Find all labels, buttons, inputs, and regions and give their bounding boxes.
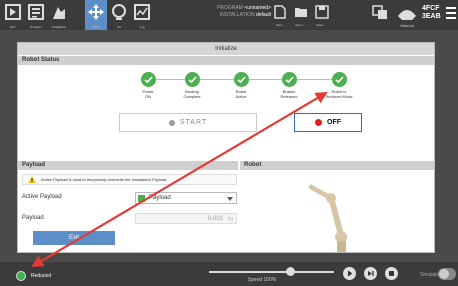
stop-button[interactable]	[385, 267, 398, 280]
serial-line-2: 3EAB	[422, 13, 441, 20]
step-sublabel: Active	[235, 94, 247, 99]
nav-move-label: Move	[92, 25, 100, 29]
save-icon	[315, 5, 329, 19]
open-program-button[interactable]: Open...	[290, 2, 310, 28]
robot-status-heading: Robot Status	[18, 56, 434, 65]
nav-run-button[interactable]: Run	[2, 0, 24, 30]
off-button[interactable]: OFF	[294, 113, 362, 132]
menu-icon[interactable]	[446, 7, 456, 19]
new-label: New...	[275, 23, 285, 27]
step-button[interactable]	[364, 267, 377, 280]
io-icon	[112, 4, 126, 20]
speed-slider-handle[interactable]	[286, 267, 295, 276]
robot-status-text: Reduced	[31, 273, 52, 279]
initialize-dialog: Initialize Robot Status Power ON Booting C…	[17, 42, 435, 253]
warning-text: Active Payload is used to temporarily ov…	[41, 177, 168, 182]
save-program-button[interactable]: Save...	[311, 2, 331, 28]
save-label: Save...	[316, 23, 326, 27]
step-sublabel: Released	[280, 94, 298, 99]
robot-serial: 4FCF 3EAB	[422, 5, 441, 21]
nav-installation-button[interactable]: Installation	[48, 0, 70, 30]
serial-line-1: 4FCF	[422, 5, 440, 12]
open-label: Open...	[295, 23, 305, 27]
new-program-button[interactable]: New...	[270, 2, 290, 28]
play-button[interactable]	[343, 267, 356, 280]
remote-control-icon[interactable]	[372, 2, 388, 26]
speed-label: Speed 100%	[247, 277, 277, 283]
installation-icon	[53, 7, 65, 19]
installation-name: default	[255, 12, 271, 18]
manual-mode-icon[interactable]: Manual	[396, 2, 418, 28]
payload-heading: Payload	[18, 161, 238, 170]
nav-io-label: I/O	[116, 25, 121, 29]
nav-log-label: Log	[139, 25, 145, 29]
step-icon	[368, 271, 374, 276]
step-sublabel: ON	[145, 94, 151, 99]
stop-icon	[389, 271, 394, 276]
toggle-knob	[439, 269, 449, 279]
robot-status-indicator-icon[interactable]	[16, 271, 26, 281]
nav-log-button[interactable]: Log	[131, 0, 153, 30]
payload-warning: Active Payload is used to temporarily ov…	[22, 174, 237, 185]
payload-mass-unit: kg	[227, 216, 233, 222]
check-icon	[331, 72, 347, 87]
start-label: START	[179, 119, 208, 126]
status-robot-active: Robot Active	[220, 72, 262, 99]
check-icon	[140, 72, 156, 87]
installation-label: INSTALLATION	[219, 12, 255, 18]
run-icon	[5, 4, 21, 20]
dialog-title: Initialize	[18, 43, 434, 55]
move-icon	[88, 4, 104, 20]
status-booting-complete: Booting Complete	[171, 72, 213, 99]
off-label: OFF	[327, 119, 341, 126]
status-reduced-mode: Robot in Reduced Mode	[318, 72, 360, 99]
play-icon	[348, 270, 353, 277]
active-payload-select[interactable]: Payload	[135, 192, 237, 204]
top-bar: Run Program Installation Move I/O Log PR…	[0, 0, 458, 30]
simulation-toggle[interactable]	[438, 268, 456, 280]
open-folder-icon	[295, 8, 307, 17]
nav-installation-label: Installation	[51, 25, 67, 29]
active-payload-value: Payload	[149, 195, 171, 201]
status-brakes-released: Brakes Released	[268, 72, 310, 99]
nav-run-label: Run	[10, 25, 16, 29]
payload-label: Payload	[22, 215, 44, 221]
log-icon	[134, 4, 150, 20]
payload-check-icon	[138, 195, 145, 202]
program-name: <unnamed>	[244, 5, 271, 11]
chevron-down-icon	[227, 197, 233, 201]
start-button[interactable]: START	[119, 113, 257, 132]
nav-move-button[interactable]: Move	[85, 0, 107, 30]
manual-mode-label: Manual	[400, 23, 413, 28]
step-sublabel: Reduced Mode	[325, 94, 353, 99]
warning-icon	[28, 176, 36, 183]
program-icon	[28, 4, 44, 20]
new-file-icon	[274, 5, 286, 19]
check-icon	[281, 72, 297, 87]
status-power-on: Power ON	[127, 72, 169, 99]
step-sublabel: Complete	[183, 94, 201, 99]
start-indicator-icon	[168, 119, 175, 126]
payload-mass-value: 0.001	[207, 216, 223, 222]
robot-arm-preview	[308, 184, 347, 252]
robot-heading: Robot	[240, 161, 434, 170]
check-icon	[233, 72, 249, 87]
program-label: PROGRAM	[217, 5, 243, 11]
nav-io-button[interactable]: I/O	[108, 0, 130, 30]
nav-program-label: Program	[30, 25, 42, 29]
nav-program-button[interactable]: Program	[25, 0, 47, 30]
check-icon	[184, 72, 200, 87]
off-indicator-icon	[315, 119, 322, 126]
speed-slider-track[interactable]	[209, 271, 334, 273]
exit-button[interactable]: Exit	[33, 231, 115, 245]
active-payload-label: Active Payload	[22, 194, 62, 200]
program-info: PROGRAM <unnamed> INSTALLATION default	[185, 5, 271, 19]
payload-mass-field[interactable]: 0.001 kg	[135, 213, 237, 224]
